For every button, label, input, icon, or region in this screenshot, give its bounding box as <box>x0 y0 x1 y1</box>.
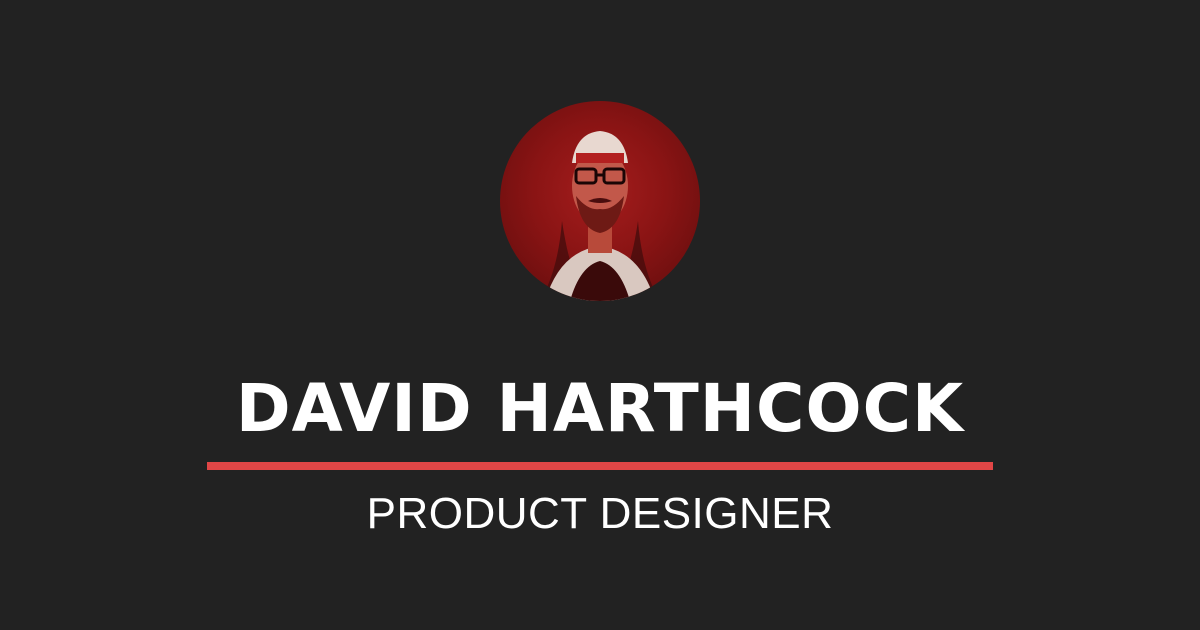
portrait-photo-icon <box>540 131 660 301</box>
person-name: DAVID HARTHCOCK <box>235 370 965 447</box>
profile-card: DAVID HARTHCOCK PRODUCT DESIGNER <box>0 0 1200 630</box>
accent-divider <box>207 462 993 470</box>
job-title: PRODUCT DESIGNER <box>366 489 834 538</box>
avatar <box>500 101 700 301</box>
